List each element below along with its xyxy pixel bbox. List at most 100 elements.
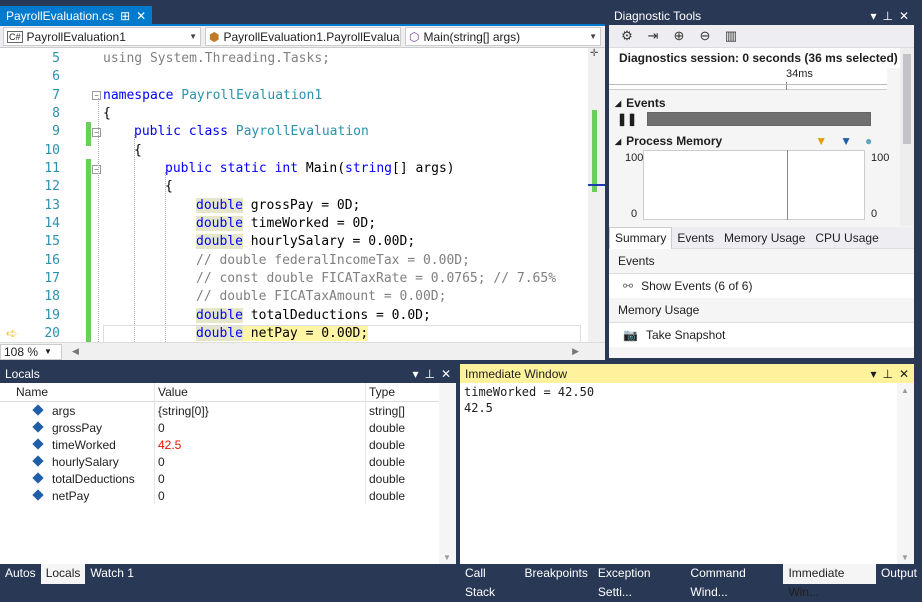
tab-locals[interactable]: Locals: [40, 564, 86, 584]
code-line: double hourlySalary = 0.00D;: [196, 234, 416, 249]
diagnostic-toolbar: ⚙ ⇥ ⊕ ⊖ ▥: [609, 25, 914, 48]
editor-tab[interactable]: PayrollEvaluation.cs ⊞ ✕: [0, 6, 153, 25]
line-number: 8: [52, 106, 60, 121]
reset-zoom-icon[interactable]: ▥: [723, 28, 739, 44]
class-dropdown[interactable]: ⬢ PayrollEvaluation1.PayrollEvaluati ▼: [205, 27, 401, 46]
process-memory-header[interactable]: ◢ Process Memory ▼ ▼ ●: [609, 128, 914, 148]
immediate-scrollbar[interactable]: ▲ ▼: [897, 383, 914, 564]
code-line: using System.Threading.Tasks;: [103, 51, 330, 66]
summary-pane: Events ⚯ Show Events (6 of 6) Memory Usa…: [609, 249, 914, 355]
table-row[interactable]: grossPay 0 double: [0, 419, 456, 436]
code-line: {: [103, 106, 111, 121]
tab-memory-usage[interactable]: Memory Usage: [719, 231, 810, 245]
code-line: double totalDeductions = 0.0D;: [196, 308, 431, 323]
editor-vertical-scrollbar[interactable]: ✛: [588, 48, 605, 342]
table-row[interactable]: timeWorked 42.5 double: [0, 436, 456, 453]
diagnostic-tools-titlebar: Diagnostic Tools ▾ ⊥ ✕: [609, 6, 914, 25]
immediate-titlebar: Immediate Window ▾ ⊥ ✕: [460, 364, 914, 383]
member-dropdown[interactable]: ⬡ Main(string[] args) ▼: [405, 27, 601, 46]
locals-header: Name Value Type: [0, 383, 456, 402]
dropdown-icon[interactable]: ▾: [870, 367, 876, 381]
tab-summary[interactable]: Summary: [609, 226, 673, 249]
tab-autos[interactable]: Autos: [0, 564, 41, 584]
column-header-name[interactable]: Name: [0, 383, 155, 401]
column-header-type[interactable]: Type: [366, 383, 436, 401]
editor-status-bar: 108 % ▼ ◀ ▶: [0, 342, 605, 360]
split-icon[interactable]: ✛: [590, 48, 598, 59]
collapse-icon: ◢: [615, 136, 622, 146]
variable-icon: [32, 421, 44, 433]
chevron-down-icon: ▼: [189, 32, 197, 41]
table-row[interactable]: hourlySalary 0 double: [0, 453, 456, 470]
code-editor[interactable]: C# PayrollEvaluation1 ▼ ⬢ PayrollEvaluat…: [0, 24, 605, 360]
tab-breakpoints[interactable]: Breakpoints: [520, 564, 593, 584]
tab-cpu-usage[interactable]: CPU Usage: [810, 231, 883, 245]
pin-icon[interactable]: ⊥: [424, 367, 434, 381]
line-number: 12: [44, 179, 60, 194]
pin-icon[interactable]: ⊞: [120, 9, 130, 23]
variable-icon: [32, 472, 44, 484]
code-line: double netPay = 0.00D;: [196, 326, 369, 341]
variable-icon: [32, 455, 44, 467]
close-icon[interactable]: ✕: [136, 9, 146, 23]
scope-guide: [134, 135, 135, 342]
scope-guide: [165, 172, 166, 342]
line-number: 17: [44, 271, 60, 286]
immediate-window[interactable]: Immediate Window ▾ ⊥ ✕ timeWorked = 42.50 …: [460, 364, 914, 564]
show-events-link[interactable]: ⚯ Show Events (6 of 6): [609, 274, 914, 298]
code-line: // const double FICATaxRate = 0.0765; //…: [196, 271, 557, 286]
zoom-dropdown[interactable]: 108 % ▼: [0, 343, 62, 360]
immediate-output[interactable]: timeWorked = 42.50 42.5: [460, 383, 914, 417]
fold-toggle[interactable]: −: [92, 91, 101, 100]
session-text: Diagnostics session: 0 seconds (36 ms se…: [609, 48, 914, 68]
gc-marker-icon: ▼: [815, 134, 828, 148]
locals-scrollbar[interactable]: ▼: [439, 383, 456, 564]
column-header-value[interactable]: Value: [155, 383, 366, 401]
dropdown-icon[interactable]: ▾: [412, 367, 418, 381]
scroll-right-icon[interactable]: ▶: [572, 346, 579, 357]
export-icon[interactable]: ⇥: [645, 28, 661, 44]
line-number: 6: [52, 69, 60, 84]
code-line: {: [134, 143, 142, 158]
debug-tab-strip: Call Stack Breakpoints Exception Setti..…: [460, 564, 922, 599]
tab-events[interactable]: Events: [672, 231, 719, 245]
camera-icon: 📷: [623, 328, 638, 342]
project-dropdown[interactable]: C# PayrollEvaluation1 ▼: [3, 27, 201, 46]
changed-value: 42.5: [155, 436, 366, 453]
zoom-in-icon[interactable]: ⊕: [671, 28, 687, 44]
tab-output[interactable]: Output: [876, 564, 922, 584]
settings-gear-icon[interactable]: ⚙: [619, 28, 635, 44]
pin-icon[interactable]: ⊥: [882, 9, 892, 23]
table-row[interactable]: args {string[0]} string[]: [0, 402, 456, 419]
line-number: 18: [44, 289, 60, 304]
tab-command-window[interactable]: Command Wind...: [685, 564, 783, 599]
tab-exception-settings[interactable]: Exception Setti...: [593, 564, 686, 599]
tab-watch-1[interactable]: Watch 1: [85, 564, 139, 584]
variable-icon: [32, 489, 44, 501]
table-row[interactable]: totalDeductions 0 double: [0, 470, 456, 487]
fold-toggle[interactable]: −: [92, 128, 101, 137]
close-icon[interactable]: ✕: [899, 9, 909, 23]
take-snapshot-button[interactable]: 📷 Take Snapshot: [609, 323, 914, 347]
pin-icon[interactable]: ⊥: [882, 367, 892, 381]
events-section-header[interactable]: ◢ Events: [609, 90, 914, 110]
tab-call-stack[interactable]: Call Stack: [460, 564, 520, 599]
change-marker: [86, 159, 91, 342]
tab-immediate-window[interactable]: Immediate Win...: [783, 564, 876, 599]
variable-icon: [32, 404, 44, 416]
table-row[interactable]: netPay 0 double: [0, 487, 456, 504]
code-line: // double federalIncomeTax = 0.00D;: [196, 253, 470, 268]
zoom-out-icon[interactable]: ⊖: [697, 28, 713, 44]
line-number: 16: [44, 253, 60, 268]
line-number: 7: [52, 88, 60, 103]
dropdown-icon[interactable]: ▾: [870, 9, 876, 23]
timeline-ruler[interactable]: 34ms: [609, 68, 887, 90]
pause-icon[interactable]: ❚❚: [617, 112, 637, 126]
close-icon[interactable]: ✕: [441, 367, 451, 381]
code-line: // double FICATaxAmount = 0.00D;: [196, 289, 447, 304]
diagnostic-scrollbar[interactable]: [900, 48, 914, 226]
scroll-left-icon[interactable]: ◀: [72, 346, 79, 357]
fold-toggle[interactable]: −: [92, 165, 101, 174]
close-icon[interactable]: ✕: [899, 367, 909, 381]
method-icon: ⬡: [409, 29, 420, 44]
